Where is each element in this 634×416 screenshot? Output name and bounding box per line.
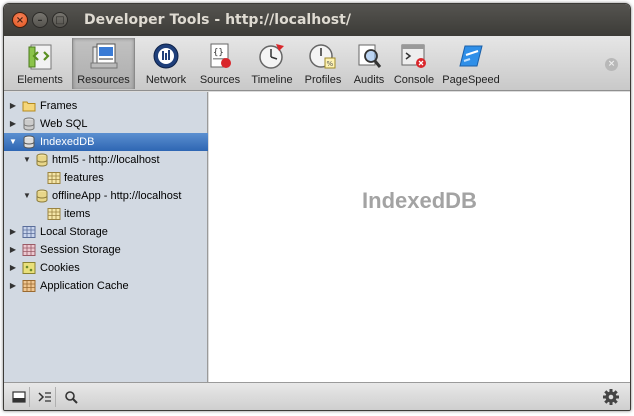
tree-item-local-storage[interactable]: ▶ Local Storage bbox=[4, 223, 208, 241]
elements-icon bbox=[28, 44, 52, 70]
tree-item-web-sql[interactable]: ▶ Web SQL bbox=[4, 115, 208, 133]
disclosure-expanded-icon[interactable]: ▼ bbox=[8, 133, 18, 151]
tab-label: Resources bbox=[77, 74, 130, 86]
resources-icon bbox=[90, 43, 117, 69]
tab-sources[interactable]: {} Sources bbox=[196, 38, 244, 89]
object-store-icon bbox=[47, 208, 61, 220]
tab-elements[interactable]: Elements bbox=[12, 38, 68, 89]
database-icon bbox=[36, 189, 48, 203]
session-storage-icon bbox=[22, 244, 36, 256]
database-icon bbox=[23, 117, 35, 131]
tree-item-label: Application Cache bbox=[40, 280, 129, 292]
disclosure-collapsed-icon[interactable]: ▶ bbox=[8, 277, 18, 295]
window-close-button[interactable]: × bbox=[12, 12, 28, 28]
database-icon bbox=[23, 135, 35, 149]
tab-label: PageSpeed bbox=[442, 74, 500, 86]
folder-icon bbox=[22, 101, 36, 112]
database-icon bbox=[36, 153, 48, 167]
tree-item-label: offlineApp - http://localhost bbox=[52, 190, 182, 202]
status-bar bbox=[4, 382, 630, 410]
tab-label: Audits bbox=[353, 74, 385, 86]
dock-button[interactable] bbox=[8, 387, 30, 407]
empty-view-placeholder: IndexedDB bbox=[362, 188, 477, 213]
search-icon bbox=[65, 391, 78, 404]
tab-label: Sources bbox=[199, 74, 241, 86]
console-icon bbox=[401, 44, 426, 68]
object-store-icon bbox=[47, 172, 61, 184]
disclosure-collapsed-icon[interactable]: ▶ bbox=[8, 241, 18, 259]
tab-label: Profiles bbox=[304, 74, 342, 86]
resource-view: IndexedDB bbox=[209, 92, 630, 383]
window-maximize-button[interactable]: □ bbox=[52, 12, 68, 28]
tree-item-label: Session Storage bbox=[40, 244, 121, 256]
tab-label: Console bbox=[393, 74, 435, 86]
disclosure-collapsed-icon[interactable]: ▶ bbox=[8, 115, 18, 133]
audits-icon bbox=[358, 44, 382, 68]
tab-timeline[interactable]: Timeline bbox=[247, 38, 297, 89]
tab-audits[interactable]: Audits bbox=[349, 38, 389, 89]
tree-item-features-store[interactable]: features bbox=[4, 169, 208, 187]
tree-item-frames[interactable]: ▶ Frames bbox=[4, 97, 208, 115]
cookie-icon bbox=[22, 262, 36, 274]
disclosure-collapsed-icon[interactable]: ▶ bbox=[8, 223, 18, 241]
tree-item-cookies[interactable]: ▶ Cookies bbox=[4, 259, 208, 277]
tree-item-html5-db[interactable]: ▼ html5 - http://localhost bbox=[4, 151, 208, 169]
sources-icon: {} bbox=[210, 43, 231, 68]
tab-pagespeed[interactable]: PageSpeed bbox=[440, 38, 502, 89]
timeline-icon bbox=[259, 44, 284, 69]
tree-item-label: Cookies bbox=[40, 262, 80, 274]
tree-item-label: features bbox=[64, 172, 104, 184]
window-title: Developer Tools - http://localhost/ bbox=[84, 12, 351, 28]
panel-toolbar: Elements Resources Network {} Sources Ti… bbox=[4, 36, 630, 91]
tab-console[interactable]: Console bbox=[391, 38, 437, 89]
tab-label: Network bbox=[145, 74, 187, 86]
title-bar: × – □ Developer Tools - http://localhost… bbox=[4, 4, 630, 36]
tab-label: Elements bbox=[17, 74, 63, 86]
network-icon bbox=[153, 43, 179, 69]
tree-item-label: IndexedDB bbox=[40, 136, 95, 148]
close-devtools-button[interactable]: × bbox=[605, 58, 618, 71]
resources-sidebar: ▶ Frames ▶ Web SQL ▼ IndexedDB ▼ html5 -… bbox=[4, 92, 208, 383]
tree-item-label: Web SQL bbox=[40, 118, 88, 130]
disclosure-expanded-icon[interactable]: ▼ bbox=[22, 151, 32, 169]
console-drawer-icon bbox=[38, 392, 51, 402]
local-storage-icon bbox=[22, 226, 36, 238]
tree-item-label: Frames bbox=[40, 100, 78, 112]
console-drawer-button[interactable] bbox=[34, 387, 56, 407]
tree-item-label: Local Storage bbox=[40, 226, 108, 238]
gear-icon[interactable] bbox=[602, 388, 620, 406]
tree-item-label: html5 - http://localhost bbox=[52, 154, 160, 166]
tree-item-application-cache[interactable]: ▶ Application Cache bbox=[4, 277, 208, 295]
svg-text:{}: {} bbox=[213, 48, 224, 58]
disclosure-collapsed-icon[interactable]: ▶ bbox=[8, 97, 18, 115]
disclosure-expanded-icon[interactable]: ▼ bbox=[22, 187, 32, 205]
window-minimize-button[interactable]: – bbox=[32, 12, 48, 28]
tab-profiles[interactable]: % Profiles bbox=[299, 38, 347, 89]
svg-text:%: % bbox=[327, 60, 334, 68]
pagespeed-icon bbox=[459, 45, 483, 67]
application-cache-icon bbox=[22, 280, 36, 292]
dock-icon bbox=[12, 391, 26, 403]
tree-item-offlineapp-db[interactable]: ▼ offlineApp - http://localhost bbox=[4, 187, 208, 205]
tab-label: Timeline bbox=[251, 74, 293, 86]
tree-item-session-storage[interactable]: ▶ Session Storage bbox=[4, 241, 208, 259]
search-button[interactable] bbox=[60, 387, 82, 407]
tree-item-label: items bbox=[64, 208, 91, 220]
tree-item-items-store[interactable]: items bbox=[4, 205, 208, 223]
tab-network[interactable]: Network bbox=[140, 38, 192, 89]
tree-item-indexeddb[interactable]: ▼ IndexedDB bbox=[4, 133, 208, 151]
tab-resources[interactable]: Resources bbox=[72, 38, 135, 89]
profiles-icon: % bbox=[309, 44, 336, 69]
disclosure-collapsed-icon[interactable]: ▶ bbox=[8, 259, 18, 277]
devtools-window: × – □ Developer Tools - http://localhost… bbox=[3, 3, 631, 411]
